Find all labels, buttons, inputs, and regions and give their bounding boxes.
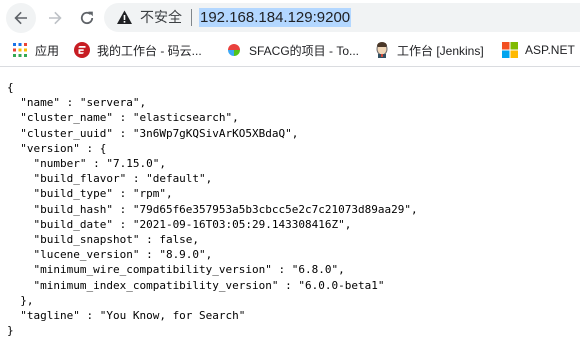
json-line: "cluster_uuid" : "3n6Wp7gKQSivArKO5XBdaQ… [7,126,299,140]
json-line: "lucene_version" : "8.9.0", [7,248,213,262]
json-line: "minimum_wire_compatibility_version" : "… [7,263,345,277]
address-bar[interactable]: 不安全 192.168.184.129:9200 [104,3,580,32]
json-line: "build_date" : "2021-09-16T03:05:29.1433… [7,217,352,231]
json-response-body: { "name" : "servera", "cluster_name" : "… [7,80,418,338]
apps-grid-icon [13,43,27,57]
json-line: "number" : "7.15.0", [7,157,166,171]
bookmark-label: SFACG的项目 - To... [249,43,360,58]
bookmark-gitee[interactable]: 我的工作台 - 码云... [74,41,202,59]
bookmark-label: 工作台 [Jenkins] [397,43,484,58]
warning-icon [117,10,132,24]
json-line: } [7,324,14,338]
json-line: "minimum_index_compatibility_version" : … [7,278,385,292]
url-text[interactable]: 192.168.184.129:9200 [199,8,352,27]
arrow-left-icon [14,11,27,25]
bookmark-aspnet[interactable]: ASP.NET [502,41,575,59]
reload-icon [80,11,94,24]
arrow-right-icon [49,11,62,25]
browser-toolbar: 不安全 192.168.184.129:9200 [0,0,580,34]
json-line: "version" : { [7,141,107,155]
bookmark-label: 我的工作台 - 码云... [97,43,202,58]
forward-button[interactable] [40,3,70,33]
json-line: "name" : "servera", [7,96,147,110]
json-line: { [7,81,14,94]
json-line: "build_type" : "rpm", [7,187,173,201]
reload-button[interactable] [72,3,102,33]
json-line: "build_snapshot" : false, [7,233,200,247]
teambition-icon [226,42,242,58]
security-status-label[interactable]: 不安全 [140,9,182,26]
bookmark-jenkins[interactable]: 工作台 [Jenkins] [374,41,484,59]
bookmark-teambition[interactable]: SFACG的项目 - To... [226,41,359,59]
json-line: "build_flavor" : "default", [7,172,213,186]
microsoft-icon [502,42,518,58]
json-line: "cluster_name" : "elasticsearch", [7,111,239,125]
bookmark-label: ASP.NET [525,43,575,57]
back-button[interactable] [6,3,36,33]
json-line: }, [7,293,34,307]
address-divider [191,9,192,26]
bookmark-apps[interactable]: 应用 [12,41,59,59]
json-line: "build_hash" : "79d65f6e357953a5b3cbcc5e… [7,202,418,216]
gitee-icon [74,42,90,58]
json-line: "tagline" : "You Know, for Search" [7,309,246,323]
bookmark-label: 应用 [35,43,60,58]
bookmarks-bar: 应用 我的工作台 - 码云... SFACG的项目 - To... 工作台 [J… [0,34,580,67]
jenkins-icon [376,42,388,58]
